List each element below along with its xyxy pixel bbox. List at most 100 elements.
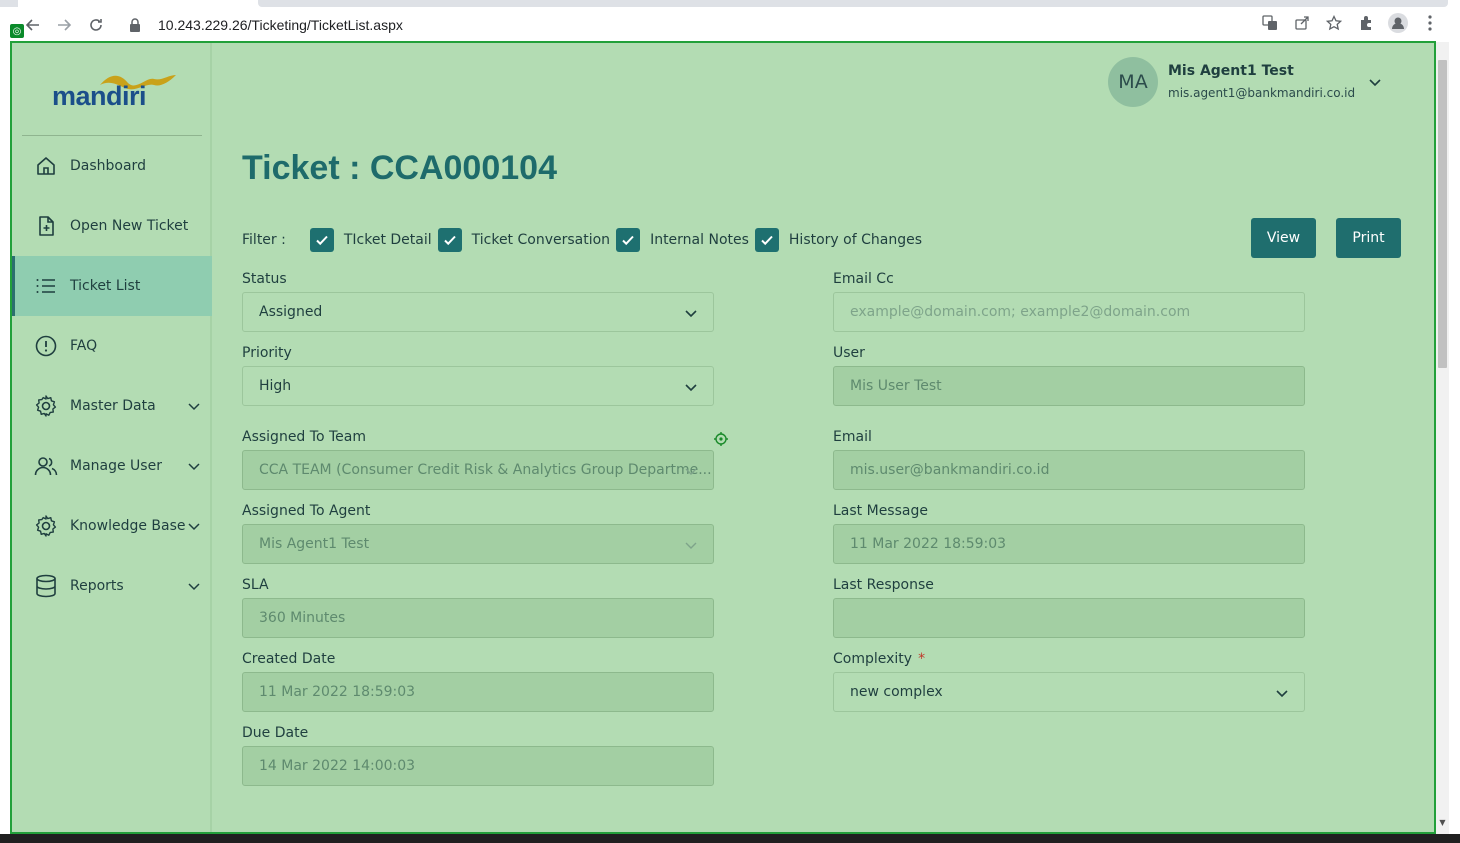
- gear-icon: [34, 514, 58, 538]
- sla-label: SLA: [242, 577, 269, 593]
- email-value: mis.user@bankmandiri.co.id: [850, 462, 1050, 478]
- extensions-icon[interactable]: [1356, 13, 1376, 33]
- assigned-agent-value: Mis Agent1 Test: [259, 536, 370, 552]
- scrollbar-thumb[interactable]: [1438, 60, 1447, 368]
- ticket-conversation-checkbox[interactable]: [437, 228, 462, 252]
- lock-icon: [126, 16, 144, 34]
- created-date-value: 11 Mar 2022 18:59:03: [259, 684, 416, 700]
- complexity-label: Complexity *: [833, 651, 925, 667]
- address-bar[interactable]: 10.243.229.26/Ticketing/TicketList.aspx: [118, 11, 1348, 39]
- view-button[interactable]: View: [1251, 218, 1316, 258]
- due-date-field[interactable]: 14 Mar 2022 14:00:03: [242, 746, 714, 786]
- last-response-field[interactable]: [833, 598, 1305, 638]
- sidebar-item-ticket-list[interactable]: Ticket List: [12, 256, 212, 316]
- status-label: Status: [242, 271, 287, 287]
- print-button[interactable]: Print: [1336, 218, 1401, 258]
- ticket-detail-label[interactable]: TIcket Detail: [344, 232, 432, 248]
- profile-icon[interactable]: [1388, 13, 1408, 33]
- translate-icon[interactable]: [1260, 13, 1280, 33]
- sidebar-item-reports[interactable]: Reports: [12, 556, 212, 616]
- user-label: User: [833, 345, 865, 361]
- priority-select[interactable]: High: [242, 366, 714, 406]
- due-date-label: Due Date: [242, 725, 309, 741]
- tab-strip-left: [0, 0, 18, 7]
- filter-bar: Filter : TIcket Detail Ticket Conversati…: [242, 225, 928, 255]
- email-cc-input[interactable]: example@domain.com; example2@domain.com: [833, 292, 1305, 332]
- kebab-menu-icon[interactable]: [1420, 13, 1440, 33]
- last-message-label: Last Message: [833, 503, 928, 519]
- sidebar-item-label: Manage User: [70, 458, 162, 474]
- check-icon: [622, 235, 634, 246]
- check-icon: [316, 235, 328, 246]
- sla-value: 360 Minutes: [259, 610, 346, 626]
- gear-icon: [34, 394, 58, 418]
- last-response-label: Last Response: [833, 577, 934, 593]
- sidebar-item-label: FAQ: [70, 338, 98, 354]
- chevron-down-icon: [685, 468, 697, 475]
- share-icon[interactable]: [1292, 13, 1312, 33]
- complexity-select[interactable]: new complex: [833, 672, 1305, 712]
- sidebar-nav: Dashboard Open New Ticket Ticket List FA…: [12, 136, 212, 616]
- email-cc-placeholder: example@domain.com; example2@domain.com: [850, 304, 1191, 320]
- sidebar-item-label: Reports: [70, 578, 124, 594]
- user-field[interactable]: Mis User Test: [833, 366, 1305, 406]
- chevron-down-icon: [188, 583, 200, 591]
- sidebar-item-label: Dashboard: [70, 158, 146, 174]
- chevron-down-icon[interactable]: [1366, 73, 1384, 91]
- assigned-team-value: CCA TEAM (Consumer Credit Risk & Analyti…: [259, 462, 712, 478]
- sla-field[interactable]: 360 Minutes: [242, 598, 714, 638]
- page-scrollbar[interactable]: [1436, 42, 1449, 834]
- page-title: Ticket : CCA000104: [242, 149, 557, 187]
- chevron-down-icon: [188, 463, 200, 471]
- required-mark: *: [918, 651, 926, 667]
- avatar: MA: [1108, 57, 1158, 107]
- email-cc-label: Email Cc: [833, 271, 894, 287]
- history-of-changes-label[interactable]: History of Changes: [789, 232, 922, 248]
- forward-icon[interactable]: [53, 14, 75, 36]
- chevron-down-icon: [188, 403, 200, 411]
- bookmark-star-icon[interactable]: [1324, 13, 1344, 33]
- sidebar-item-faq[interactable]: FAQ: [12, 316, 212, 376]
- reload-icon[interactable]: [85, 14, 107, 36]
- user-menu[interactable]: MA Mis Agent1 Test mis.agent1@bankmandir…: [1108, 55, 1408, 109]
- status-select[interactable]: Assigned: [242, 292, 714, 332]
- sidebar: mandiri Dashboard Open New Ticket Ticket…: [12, 43, 212, 832]
- created-date-label: Created Date: [242, 651, 336, 667]
- back-icon[interactable]: [22, 14, 44, 36]
- sidebar-item-manage-user[interactable]: Manage User: [12, 436, 212, 496]
- internal-notes-label[interactable]: Internal Notes: [650, 232, 749, 248]
- crosshair-icon: [714, 432, 728, 446]
- history-of-changes-checkbox[interactable]: [754, 228, 779, 252]
- sidebar-item-dashboard[interactable]: Dashboard: [12, 136, 212, 196]
- assigned-agent-select[interactable]: Mis Agent1 Test: [242, 524, 714, 564]
- priority-label: Priority: [242, 345, 292, 361]
- assigned-agent-label: Assigned To Agent: [242, 503, 371, 519]
- sidebar-item-label: Open New Ticket: [70, 218, 189, 234]
- last-message-value: 11 Mar 2022 18:59:03: [850, 536, 1007, 552]
- sidebar-item-knowledge-base[interactable]: Knowledge Base: [12, 496, 212, 556]
- complexity-label-text: Complexity: [833, 651, 913, 667]
- filter-label: Filter :: [242, 232, 286, 248]
- home-icon: [34, 154, 58, 178]
- user-value: Mis User Test: [850, 378, 942, 394]
- sidebar-item-open-new-ticket[interactable]: Open New Ticket: [12, 196, 212, 256]
- check-icon: [443, 235, 456, 246]
- assigned-team-select[interactable]: CCA TEAM (Consumer Credit Risk & Analyti…: [242, 450, 714, 490]
- user-email: mis.agent1@bankmandiri.co.id: [1168, 86, 1356, 100]
- sidebar-item-master-data[interactable]: Master Data: [12, 376, 212, 436]
- scroll-down-arrow-icon[interactable]: ▼: [1436, 818, 1449, 832]
- internal-notes-checkbox[interactable]: [616, 228, 641, 252]
- url-text: 10.243.229.26/Ticketing/TicketList.aspx: [158, 17, 403, 33]
- email-field[interactable]: mis.user@bankmandiri.co.id: [833, 450, 1305, 490]
- browser-chrome: ◎ 10.243.229.26/Ticketing/TicketList.asp…: [0, 0, 1460, 42]
- due-date-value: 14 Mar 2022 14:00:03: [259, 758, 416, 774]
- mandiri-logo[interactable]: mandiri: [50, 69, 180, 115]
- alert-circle-icon: [34, 334, 58, 358]
- created-date-field[interactable]: 11 Mar 2022 18:59:03: [242, 672, 714, 712]
- priority-value: High: [259, 378, 292, 394]
- users-icon: [34, 454, 58, 478]
- ticket-conversation-label[interactable]: Ticket Conversation: [472, 232, 610, 248]
- email-label: Email: [833, 429, 872, 445]
- ticket-detail-checkbox[interactable]: [309, 228, 334, 252]
- last-message-field[interactable]: 11 Mar 2022 18:59:03: [833, 524, 1305, 564]
